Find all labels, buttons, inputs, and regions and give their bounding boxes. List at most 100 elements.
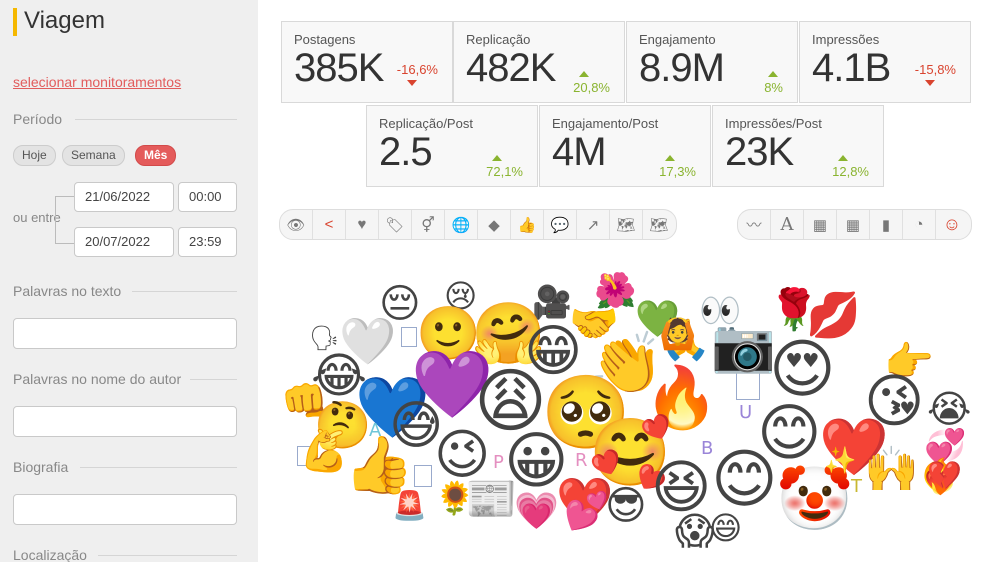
start-time-field[interactable]: 00:00 — [178, 182, 237, 212]
letter-label: U — [739, 402, 753, 423]
arrow-up-icon — [492, 155, 502, 161]
stat-change: -16,6% — [396, 62, 438, 77]
arrow-up-icon — [768, 71, 778, 77]
share-icon[interactable]: < — [313, 210, 346, 239]
stat-change: 17,3% — [659, 164, 696, 179]
arrow-up-icon — [838, 155, 848, 161]
stat-label: Impressões — [812, 32, 880, 47]
arrow-up-icon — [579, 71, 589, 77]
sidebar: Viagem selecionar monitoramentos Período… — [0, 0, 258, 562]
emoji: 💗 — [514, 491, 559, 532]
emoji: 😆 — [651, 453, 712, 521]
heart-icon[interactable]: ♥ — [346, 210, 379, 239]
stat-value: 8.9M — [639, 46, 725, 90]
bio-input[interactable] — [13, 494, 237, 525]
words-author-label: Palavras no nome do autor — [13, 371, 182, 387]
arrow-down-icon — [925, 80, 935, 86]
map-icon[interactable]: 🗺 — [610, 210, 643, 239]
trend-icon[interactable]: 〰 — [738, 210, 771, 239]
thumbs-up-icon[interactable]: 👍 — [511, 210, 544, 239]
stat-value: 482K — [466, 46, 556, 90]
stat-label: Impressões/Post — [725, 116, 822, 131]
stat-label: Replicação/Post — [379, 116, 473, 131]
divider — [190, 379, 237, 380]
emoji: 💋 — [806, 290, 861, 341]
page-title: Viagem — [24, 7, 105, 34]
filter-toolbar: 👁 < ♥ 🏷 ⚥ 🌐 ◆ 👍 💬 ↗ 🗺 🗺 — [279, 209, 677, 240]
emoji: 💪 — [299, 429, 349, 475]
stat-label: Engajamento — [639, 32, 716, 47]
stat-value: 4M — [552, 130, 607, 174]
emoji: 😍 — [769, 333, 836, 407]
emoji: 👍 — [344, 433, 414, 498]
stat-change: 12,8% — [832, 164, 869, 179]
emoji: 📰 — [465, 474, 518, 523]
emoji: 😭 — [927, 387, 972, 431]
letter-label: R — [575, 450, 588, 471]
emoji: 🚨 — [392, 489, 427, 522]
stat-card-replication: Replicação 482K 20,8% — [453, 21, 625, 103]
stat-label: Postagens — [294, 32, 356, 47]
emoji: 😊 — [711, 443, 778, 517]
stat-value: 2.5 — [379, 130, 433, 174]
stat-label: Replicação — [466, 32, 531, 47]
arrow-down-icon — [407, 80, 417, 86]
letter-label: P — [493, 452, 504, 473]
map-alt-icon[interactable]: 🗺 — [643, 210, 675, 239]
stat-change: 72,1% — [486, 164, 523, 179]
letter-label: T — [851, 476, 862, 497]
title-accent — [13, 8, 17, 36]
emoji-icon[interactable]: ☺ — [936, 210, 968, 239]
end-time-field[interactable]: 23:59 — [178, 227, 237, 257]
stat-change: 8% — [764, 80, 783, 95]
stat-card-impressions: Impressões 4.1B -15,8% — [799, 21, 971, 103]
stat-value: 4.1B — [812, 46, 891, 90]
emoji: 🗣 — [309, 324, 340, 352]
emoji: 📷 — [711, 316, 776, 376]
tag-icon[interactable]: 🏷 — [379, 210, 412, 239]
select-monitorings-link[interactable]: selecionar monitoramentos — [13, 74, 181, 90]
stat-change: -15,8% — [914, 62, 956, 77]
emoji: ✨ — [824, 446, 857, 476]
missing-glyph-box — [401, 327, 417, 347]
globe-icon[interactable]: 🌐 — [445, 210, 478, 239]
emoji: 🙌 — [864, 444, 919, 495]
letter-label: A — [369, 420, 382, 441]
divider — [80, 467, 237, 468]
or-between-label: ou entre — [13, 210, 61, 225]
missing-glyph-box — [414, 465, 432, 487]
eye-icon[interactable]: 👁 — [280, 210, 313, 239]
gender-icon[interactable]: ⚥ — [412, 210, 445, 239]
shapes-icon[interactable]: ◆ — [478, 210, 511, 239]
words-author-input[interactable] — [13, 406, 237, 437]
start-date-field[interactable]: 21/06/2022 — [74, 182, 174, 212]
font-icon[interactable]: A — [771, 210, 804, 239]
stat-value: 385K — [294, 46, 384, 90]
stat-value: 23K — [725, 130, 794, 174]
calendar-alt-icon[interactable]: ▦ — [837, 210, 870, 239]
bio-label: Biografia — [13, 459, 69, 475]
stat-change: 20,8% — [573, 80, 610, 95]
view-toolbar: 〰 A ▦ ▦ ▮ ◔ ☺ — [737, 209, 972, 240]
period-today[interactable]: Hoje — [13, 145, 56, 166]
period-label: Período — [13, 111, 63, 127]
emoji: 💔 — [927, 459, 962, 492]
stat-card-engagement-per-post: Engajamento/Post 4M 17,3% — [539, 105, 711, 187]
pie-chart-icon[interactable]: ◔ — [903, 210, 936, 239]
comment-icon[interactable]: 💬 — [544, 210, 577, 239]
emoji-cloud: 😔 😢 🎥 🌺 💚 👀 🌹 💋 📷 🙏 🤝 👏 🤍 🙂 🤗 😁 🙆 😍 👉 😂 … — [279, 272, 979, 562]
period-week[interactable]: Semana — [62, 145, 125, 166]
words-text-input[interactable] — [13, 318, 237, 349]
divider — [75, 119, 237, 120]
bar-chart-icon[interactable]: ▮ — [870, 210, 903, 239]
period-month[interactable]: Mês — [135, 145, 177, 166]
emoji: 😄 — [709, 509, 743, 547]
forward-icon[interactable]: ↗ — [577, 210, 610, 239]
end-date-field[interactable]: 20/07/2022 — [74, 227, 174, 257]
date-bracket — [55, 196, 74, 244]
stat-card-posts: Postagens 385K -16,6% — [281, 21, 453, 103]
stat-card-engagement: Engajamento 8.9M 8% — [626, 21, 798, 103]
calendar-icon[interactable]: ▦ — [804, 210, 837, 239]
emoji: 💕 — [564, 491, 609, 532]
divider — [98, 555, 237, 556]
